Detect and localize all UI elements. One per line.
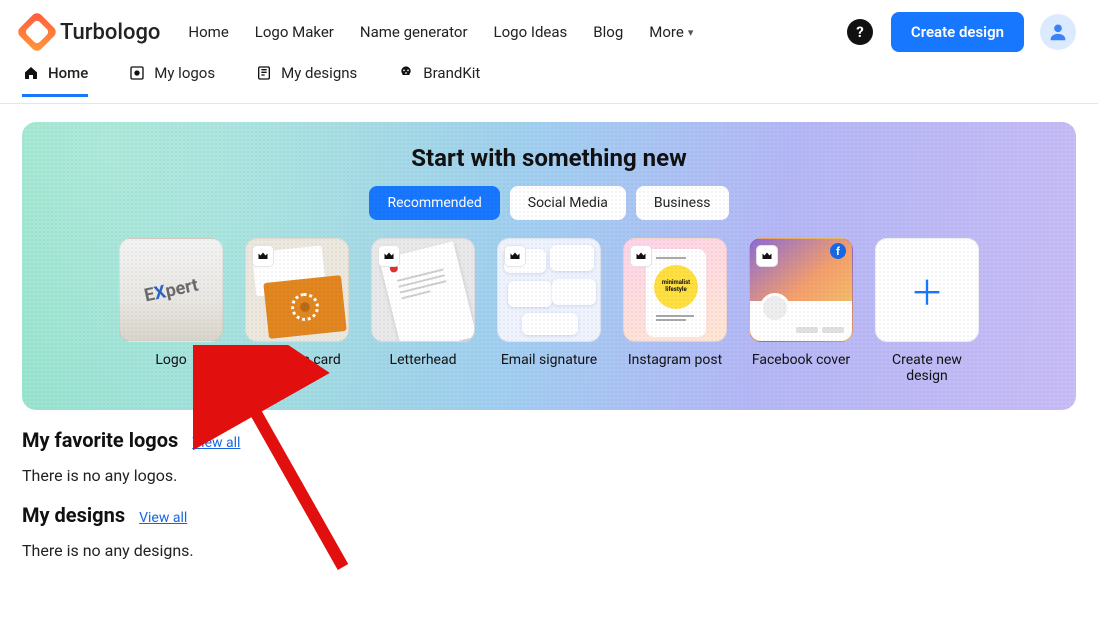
template-label: Email signature <box>501 352 597 368</box>
template-label: Instagram post <box>628 352 722 368</box>
filter-social-media[interactable]: Social Media <box>510 186 626 220</box>
nav-home[interactable]: Home <box>188 23 228 41</box>
template-card-instagram-post[interactable]: minimalistlifestyle <box>623 238 727 342</box>
premium-badge <box>504 245 526 267</box>
tab-brandkit[interactable]: BrandKit <box>397 64 480 94</box>
template-label: Facebook cover <box>752 352 850 368</box>
nav-logo-maker[interactable]: Logo Maker <box>255 23 334 41</box>
premium-badge <box>252 245 274 267</box>
primary-nav: Home Logo Maker Name generator Logo Idea… <box>188 23 693 41</box>
crown-icon <box>383 250 395 262</box>
section-my-designs: My designs View all There is no any desi… <box>0 485 1098 560</box>
section-favorite-logos: My favorite logos View all There is no a… <box>0 410 1098 485</box>
nav-blog[interactable]: Blog <box>593 23 623 41</box>
tab-home[interactable]: Home <box>22 64 88 97</box>
brand-name: Turbologo <box>60 20 160 45</box>
brand[interactable]: Turbologo <box>22 17 160 47</box>
logo-thumb-text: EXpert <box>142 274 200 306</box>
favorites-empty-text: There is no any logos. <box>22 466 1076 485</box>
start-panel: Start with something new Recommended Soc… <box>22 122 1076 410</box>
logos-icon <box>128 64 146 82</box>
home-icon <box>22 64 40 82</box>
tab-home-label: Home <box>48 64 88 82</box>
template-cards: EXpert Logo Business card Letterhead <box>40 238 1058 384</box>
crown-icon <box>635 250 647 262</box>
designs-empty-text: There is no any designs. <box>22 541 1076 560</box>
crown-icon <box>509 250 521 262</box>
help-icon: ? <box>856 23 863 41</box>
nav-logo-ideas[interactable]: Logo Ideas <box>494 23 568 41</box>
section-title: My favorite logos <box>22 428 178 452</box>
nav-more[interactable]: More ▾ <box>649 23 693 41</box>
workspace-tabs: Home My logos My designs BrandKit <box>0 64 1098 104</box>
template-card-email-signature[interactable] <box>497 238 601 342</box>
user-icon <box>1047 21 1069 43</box>
filter-business[interactable]: Business <box>636 186 729 220</box>
nav-name-generator[interactable]: Name generator <box>360 23 468 41</box>
chevron-down-icon: ▾ <box>688 26 694 39</box>
tab-my-designs-label: My designs <box>281 64 357 82</box>
brand-logo-icon <box>16 11 58 53</box>
view-all-designs-link[interactable]: View all <box>139 510 187 526</box>
template-card-letterhead[interactable] <box>371 238 475 342</box>
filter-recommended[interactable]: Recommended <box>369 186 499 220</box>
view-all-favorites-link[interactable]: View all <box>192 435 240 451</box>
template-card-create-new[interactable]: ＋ <box>875 238 979 342</box>
designs-icon <box>255 64 273 82</box>
template-card-business-card[interactable] <box>245 238 349 342</box>
tab-my-logos[interactable]: My logos <box>128 64 215 94</box>
template-card-facebook-cover[interactable]: f <box>749 238 853 342</box>
crown-icon <box>761 250 773 262</box>
tab-my-designs[interactable]: My designs <box>255 64 357 94</box>
template-label: Letterhead <box>390 352 457 368</box>
plus-icon: ＋ <box>910 266 944 315</box>
nav-more-label: More <box>649 23 684 41</box>
template-card-logo[interactable]: EXpert <box>119 238 223 342</box>
section-title: My designs <box>22 503 125 527</box>
premium-badge <box>378 245 400 267</box>
account-avatar[interactable] <box>1040 14 1076 50</box>
premium-badge <box>756 245 778 267</box>
brandkit-icon <box>397 64 415 82</box>
facebook-icon: f <box>830 243 846 259</box>
template-label: Create new design <box>873 352 981 384</box>
start-title: Start with something new <box>40 144 1058 172</box>
tab-brandkit-label: BrandKit <box>423 64 480 82</box>
tab-my-logos-label: My logos <box>154 64 215 82</box>
help-button[interactable]: ? <box>847 19 873 45</box>
template-label: Business card <box>253 352 341 368</box>
crown-icon <box>257 250 269 262</box>
premium-badge <box>630 245 652 267</box>
template-label: Logo <box>155 352 186 368</box>
create-design-button[interactable]: Create design <box>891 12 1024 52</box>
top-nav: Turbologo Home Logo Maker Name generator… <box>0 0 1098 64</box>
template-filters: Recommended Social Media Business <box>40 186 1058 220</box>
